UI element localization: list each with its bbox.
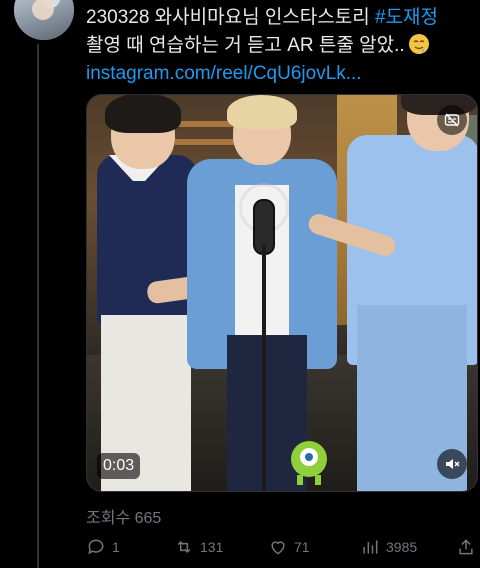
captions-off-icon[interactable] — [437, 105, 467, 135]
video-player[interactable]: 0:03 — [86, 94, 478, 492]
tweet-line-2: 촬영 때 연습하는 거 듣고 AR 튼줄 알았.. — [86, 32, 476, 60]
tweet-line-2-text: 촬영 때 연습하는 거 듣고 AR 튼줄 알았.. — [86, 35, 405, 56]
share-icon — [459, 539, 473, 555]
speaker-muted-icon[interactable] — [437, 449, 467, 479]
retweet-button[interactable]: 131 — [174, 534, 223, 560]
instagram-link[interactable]: instagram.com/reel/CqU6jovLk... — [86, 60, 476, 88]
tweet-text: 230328 와사비마요님 인스타스토리 #도재정 촬영 때 연습하는 거 듣고… — [86, 4, 476, 88]
retweet-count: 131 — [200, 539, 224, 555]
reply-count: 1 — [112, 539, 120, 555]
drooling-face-emoji-icon — [407, 32, 431, 56]
reply-button[interactable]: 1 — [86, 534, 120, 560]
retweet-icon — [177, 540, 191, 554]
avatar[interactable] — [14, 0, 74, 40]
tweet-actions: 1 131 71 3985 — [86, 534, 478, 560]
view-stats-button[interactable]: 3985 — [360, 534, 417, 560]
heart-icon — [271, 541, 285, 555]
video-person-right — [306, 95, 477, 491]
video-timestamp: 0:03 — [97, 453, 141, 479]
like-count: 71 — [294, 539, 310, 555]
monster-figure — [287, 435, 331, 485]
view-stats-count: 3985 — [386, 539, 418, 555]
share-button[interactable] — [456, 534, 476, 560]
like-button[interactable]: 71 — [268, 534, 310, 560]
video-frame — [87, 95, 477, 491]
microphone-stand — [262, 245, 266, 491]
hashtag-link[interactable]: #도재정 — [375, 7, 438, 28]
bar-chart-icon — [363, 540, 378, 554]
view-count: 조회수 665 — [86, 510, 162, 527]
reply-icon — [88, 539, 104, 555]
thread-line — [37, 44, 39, 568]
tweet-line-1-text: 230328 와사비마요님 인스타스토리 — [86, 7, 375, 28]
tweet-line-1: 230328 와사비마요님 인스타스토리 #도재정 — [86, 4, 476, 32]
